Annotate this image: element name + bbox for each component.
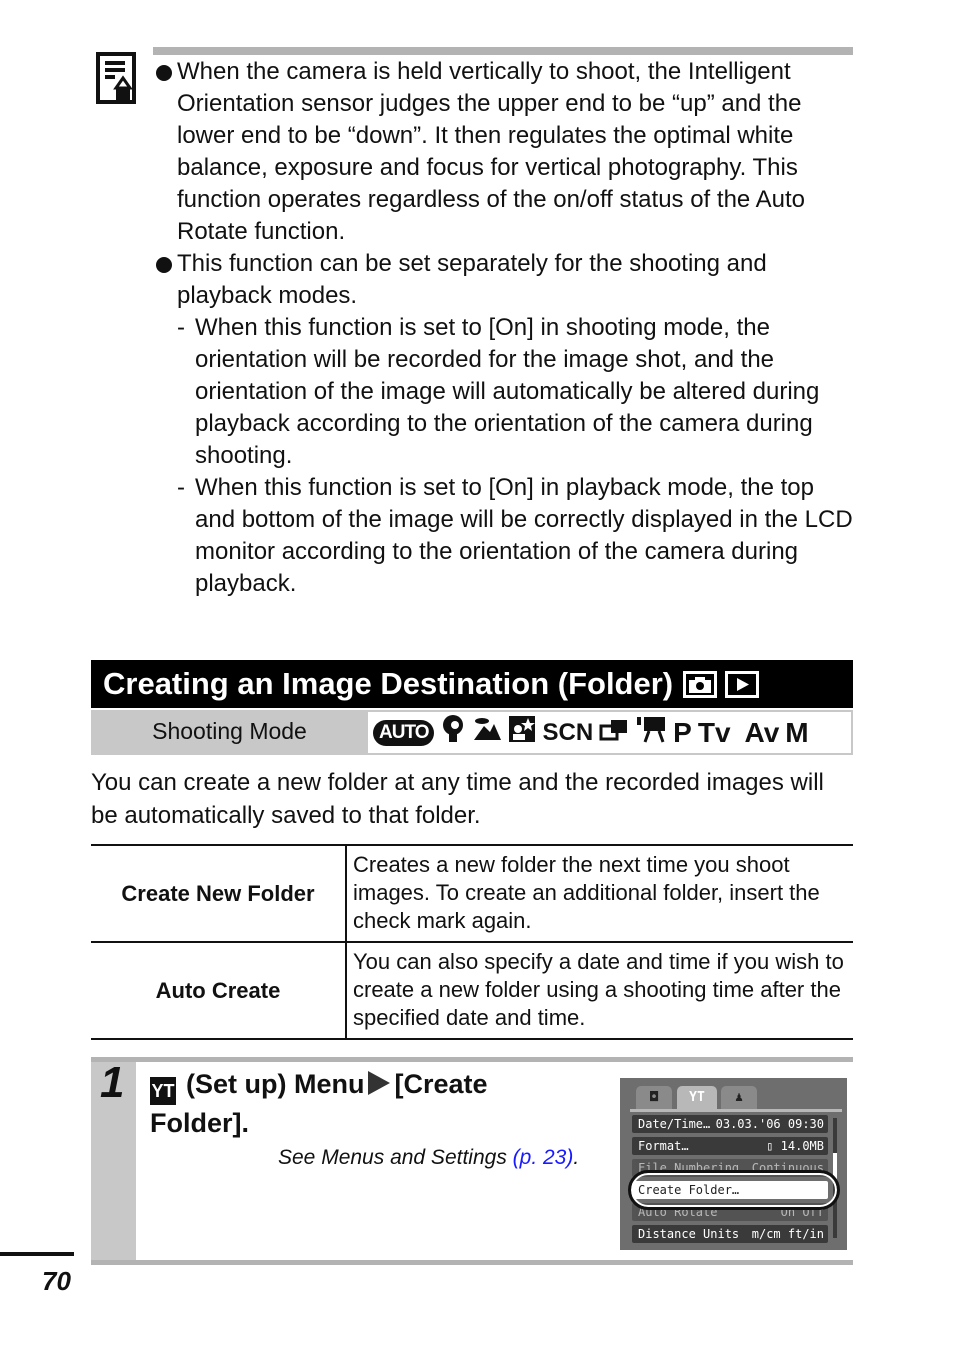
- see-reference: See Menus and Settings (p. 23).: [278, 1146, 579, 1170]
- see-end: .: [573, 1146, 580, 1169]
- program-mode-icon: P: [673, 716, 692, 748]
- folder-options-table: Create New Folder Creates a new folder t…: [91, 844, 853, 1040]
- night-snapshot-mode-icon: [508, 715, 536, 750]
- menu-row-distance-units[interactable]: Distance Units m/cm ft/in: [632, 1225, 828, 1243]
- menu-row-label: Format…: [638, 1139, 689, 1153]
- camera-tab[interactable]: ◘: [636, 1086, 672, 1110]
- menu-row-value: m/cm ft/in: [751, 1227, 824, 1241]
- footer-rule: [0, 1252, 74, 1256]
- table-row: Auto Create You can also specify a date …: [91, 941, 853, 1040]
- intro-paragraph: You can create a new folder at any time …: [91, 769, 824, 829]
- my-camera-tab[interactable]: ♟: [721, 1086, 757, 1110]
- shooting-mode-row: Shooting Mode AUTO SCN P Tv Av M: [91, 710, 853, 755]
- portrait-mode-icon: [440, 714, 466, 751]
- tv-mode-icon: Tv: [697, 716, 731, 748]
- note-subitem: When this function is set to [On] in sho…: [155, 312, 855, 472]
- manual-mode-icon: M: [785, 716, 809, 748]
- section-title-bar: Creating an Image Destination (Folder): [91, 660, 853, 708]
- menu-row-label: Date/Time…: [638, 1117, 711, 1131]
- tab-underline: [630, 1109, 842, 1112]
- my-camera-tab-icon: ♟: [735, 1090, 743, 1105]
- note-content: When the camera is held vertically to sh…: [155, 56, 855, 600]
- menu-row-label: Distance Units: [638, 1227, 740, 1241]
- highlight-oval: [628, 1170, 840, 1210]
- shooting-mode-icons: AUTO SCN P Tv Av M: [368, 712, 851, 753]
- menu-row-format[interactable]: Format… ▯ 14.0MB: [632, 1137, 828, 1155]
- table-key: Create New Folder: [91, 844, 347, 943]
- scn-mode-icon: SCN: [542, 718, 594, 746]
- table-row: Create New Folder Creates a new folder t…: [91, 844, 853, 943]
- camera-tab-icon: ◘: [650, 1090, 658, 1105]
- table-value: Creates a new folder the next time you s…: [346, 844, 853, 943]
- note-subitem: When this function is set to [On] in pla…: [155, 472, 855, 600]
- page-number: 70: [42, 1266, 71, 1296]
- setup-tab-icon: ΥΤ: [689, 1090, 705, 1105]
- landscape-mode-icon: [472, 716, 502, 749]
- step-number: 1: [100, 1058, 125, 1107]
- step-bottom-rule: [91, 1260, 853, 1265]
- movie-mode-icon: [635, 715, 667, 750]
- playback-icon: [725, 670, 760, 698]
- camera-icon: [683, 670, 718, 698]
- table-value: You can also specify a date and time if …: [346, 941, 853, 1040]
- step-top-rule: [91, 1057, 853, 1062]
- menu-row-value: 03.03.'06 09:30: [715, 1117, 824, 1131]
- shooting-mode-label: Shooting Mode: [152, 718, 307, 744]
- arrow-right-icon: [368, 1071, 391, 1095]
- av-mode-icon: Av: [744, 716, 780, 748]
- step-title-part1: (Set up) Menu: [186, 1069, 365, 1099]
- table-key: Auto Create: [91, 941, 347, 1040]
- setup-menu-icon: YT: [150, 1077, 176, 1105]
- menu-row-value: ▯ 14.0MB: [766, 1139, 824, 1153]
- section-title: Creating an Image Destination (Folder): [103, 666, 674, 701]
- note-divider: [153, 47, 853, 55]
- memo-pencil-icon: [96, 52, 138, 106]
- memory-card-icon: ▯: [766, 1139, 781, 1153]
- see-text: See Menus and Settings: [278, 1146, 513, 1169]
- camera-menu-screen: ◘ ΥΤ ♟ Date/Time… 03.03.'06 09:30 Format……: [620, 1078, 847, 1250]
- setup-tab[interactable]: ΥΤ: [677, 1086, 717, 1110]
- menu-row-date-time[interactable]: Date/Time… 03.03.'06 09:30: [632, 1115, 828, 1133]
- note-bullet: This function can be set separately for …: [155, 248, 855, 312]
- auto-mode-icon: AUTO: [373, 719, 435, 746]
- stitch-assist-mode-icon: [599, 717, 629, 749]
- step-title: YT (Set up) Menu [Create Folder].: [150, 1066, 570, 1141]
- note-bullet: When the camera is held vertically to sh…: [155, 56, 855, 248]
- page-link[interactable]: (p. 23): [513, 1146, 574, 1169]
